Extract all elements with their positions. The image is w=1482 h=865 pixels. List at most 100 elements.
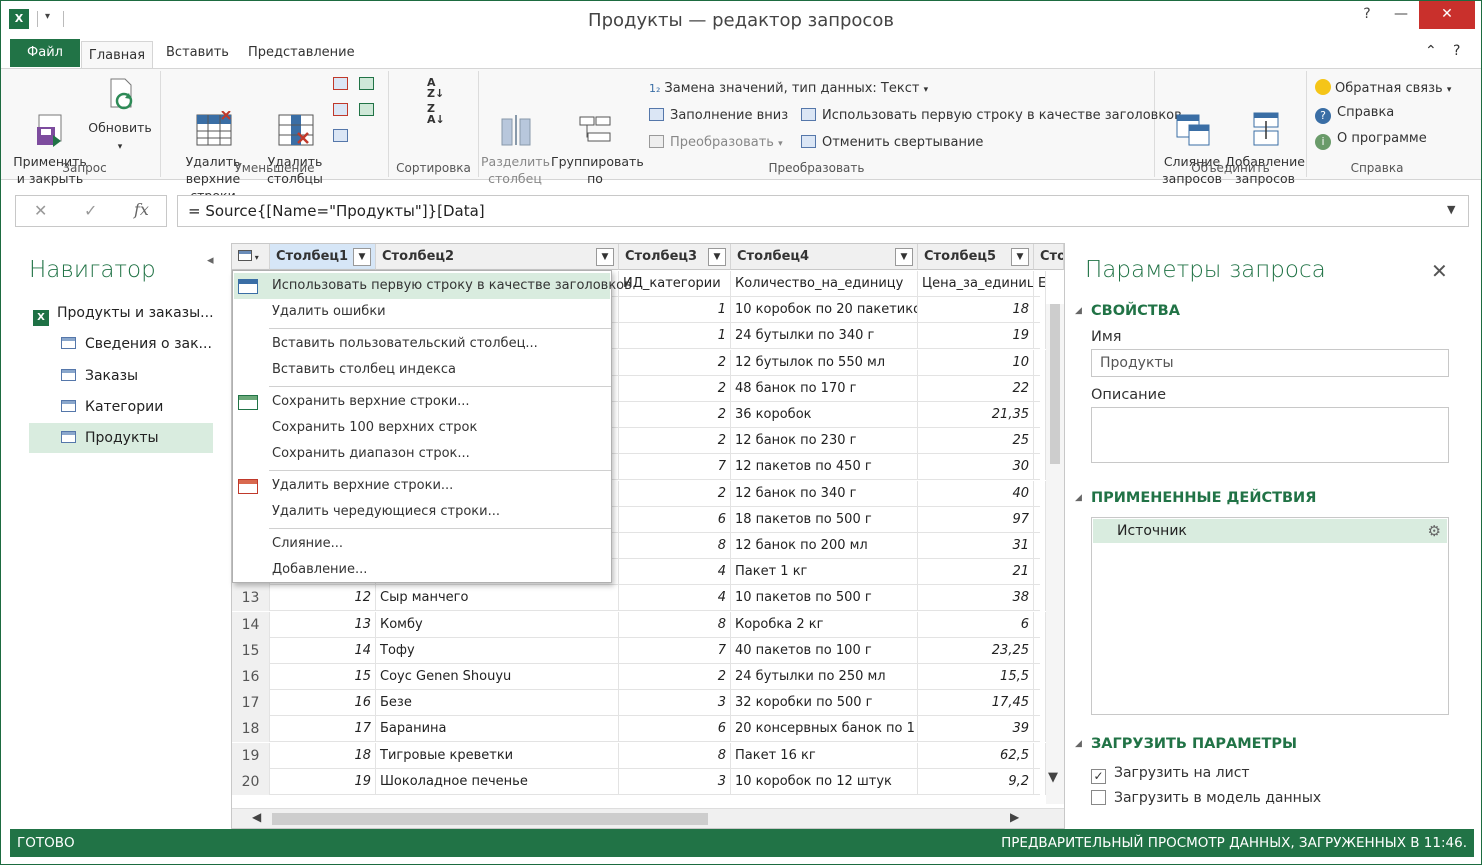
fill-down-button[interactable]: Заполнение вниз	[649, 108, 788, 123]
section-applied-steps[interactable]: ◢ ПРИМЕНЕННЫЕ ДЕЙСТВИЯ	[1075, 490, 1316, 506]
help-icon[interactable]: ?	[1351, 1, 1383, 29]
table-cell[interactable]: 2	[619, 402, 731, 428]
table-cell[interactable]: 39	[918, 716, 1034, 743]
row-number[interactable]: 19	[232, 742, 270, 769]
table-cell[interactable]	[1034, 611, 1046, 638]
table-cell[interactable]: 8	[619, 742, 731, 769]
table-cell[interactable]: 12 пакетов по 450 г	[731, 454, 918, 481]
row-number[interactable]: 18	[232, 716, 270, 743]
table-cell[interactable]: Шоколадное печенье	[376, 768, 619, 795]
table-cell[interactable]: 38	[918, 585, 1034, 612]
navigator-root[interactable]: X Продукты и заказы...	[33, 298, 217, 328]
table-cell[interactable]: 17	[270, 716, 376, 743]
table-cell[interactable]	[1034, 402, 1046, 428]
table-cell[interactable]: Баранина	[376, 716, 619, 743]
applied-step[interactable]: Источник ⚙	[1093, 519, 1447, 543]
table-cell[interactable]: 7	[619, 454, 731, 481]
scroll-thumb[interactable]	[272, 813, 708, 825]
table-cell[interactable]	[1034, 375, 1046, 402]
table-row[interactable]: 17 16 Безе 3 32 коробки по 500 г 17,45	[232, 690, 1046, 717]
menu-item-insert-index-column[interactable]: Вставить столбец индекса	[234, 357, 610, 383]
table-menu-icon[interactable]: ▾	[232, 244, 270, 270]
confirm-icon[interactable]: ✓	[84, 201, 97, 220]
row-number[interactable]: 13	[232, 585, 270, 612]
table-cell[interactable]: 18	[918, 297, 1034, 324]
feedback-button[interactable]: Обратная связь ▾	[1315, 79, 1451, 96]
query-name-input[interactable]: Продукты	[1091, 349, 1449, 377]
filter-dropdown-icon[interactable]: ▼	[1011, 248, 1029, 266]
load-to-sheet-checkbox[interactable]: ✓ Загрузить на лист	[1091, 765, 1250, 784]
sort-ascending-icon[interactable]: A Z↓	[427, 77, 444, 99]
table-cell[interactable]: 25	[918, 428, 1034, 455]
section-load-settings[interactable]: ◢ ЗАГРУЗИТЬ ПАРАМЕТРЫ	[1075, 736, 1297, 752]
table-cell[interactable]: Тофу	[376, 637, 619, 664]
table-cell[interactable]: 1	[619, 323, 731, 350]
table-cell[interactable]: Пакет 16 кг	[731, 742, 918, 769]
table-cell[interactable]	[1034, 297, 1046, 324]
menu-item-remove-errors[interactable]: Удалить ошибки	[234, 299, 610, 325]
row-number[interactable]: 16	[232, 664, 270, 690]
table-cell[interactable]	[1034, 742, 1046, 769]
table-cell[interactable]: 1	[619, 297, 731, 324]
menu-item-keep-range[interactable]: Сохранить диапазон строк...	[234, 441, 610, 467]
table-cell[interactable]: 30	[918, 454, 1034, 481]
table-cell[interactable]: 48 банок по 170 г	[731, 375, 918, 402]
load-to-model-checkbox[interactable]: Загрузить в модель данных	[1091, 790, 1321, 806]
table-cell[interactable]: Тигровые креветки	[376, 742, 619, 769]
navigator-item[interactable]: Сведения о зак...	[61, 329, 211, 359]
vertical-scrollbar[interactable]: ▼	[1046, 304, 1064, 804]
column-header[interactable]: Столбец2 ▼	[376, 244, 619, 270]
table-cell[interactable]: 4	[619, 559, 731, 586]
table-cell[interactable]	[1034, 690, 1046, 717]
cancel-icon[interactable]: ✕	[34, 201, 47, 220]
description-input[interactable]	[1091, 407, 1449, 463]
formula-input[interactable]: = Source{[Name="Продукты"]}[Data]	[177, 195, 1469, 227]
table-cell[interactable]: 3	[619, 690, 731, 717]
table-cell[interactable]: 31	[918, 533, 1034, 559]
menu-item-keep-top-rows[interactable]: Сохранить верхние строки...	[234, 389, 610, 415]
table-cell[interactable]: 14	[270, 637, 376, 664]
menu-item-keep-100-rows[interactable]: Сохранить 100 верхних строк	[234, 415, 610, 441]
help-button[interactable]: ? Справка	[1315, 105, 1394, 124]
close-icon[interactable]: ✕	[1431, 259, 1448, 283]
close-window-icon[interactable]: ✕	[1419, 1, 1475, 29]
scroll-down-icon[interactable]: ▼	[1048, 770, 1058, 785]
column-header[interactable]: Столбец3 ▼	[619, 244, 731, 270]
table-cell[interactable]: 6	[619, 716, 731, 743]
table-cell[interactable]: 2	[619, 480, 731, 507]
table-cell[interactable]: 18	[270, 742, 376, 769]
navigator-item-selected[interactable]: Продукты	[29, 423, 213, 453]
scroll-right-icon[interactable]: ▶	[1010, 810, 1019, 824]
table-cell[interactable]: 40 пакетов по 100 г	[731, 637, 918, 664]
table-cell[interactable]: 4	[619, 585, 731, 612]
table-cell[interactable]: 10 пакетов по 500 г	[731, 585, 918, 612]
tab-home[interactable]: Главная	[81, 41, 153, 70]
table-cell[interactable]	[1034, 323, 1046, 350]
gear-icon[interactable]: ⚙	[1428, 519, 1441, 543]
table-cell[interactable]	[1034, 480, 1046, 507]
navigator-item[interactable]: Категории	[61, 392, 211, 422]
row-number[interactable]: 20	[232, 768, 270, 795]
table-cell[interactable]: 3	[619, 768, 731, 795]
table-cell[interactable]: Безе	[376, 690, 619, 717]
table-cell[interactable]: Е	[1034, 271, 1046, 297]
column-header[interactable]: Столбец4 ▼	[731, 244, 918, 270]
row-number[interactable]: 17	[232, 690, 270, 717]
remove-duplicates-icon[interactable]	[333, 103, 354, 118]
table-cell[interactable]: 12	[270, 585, 376, 612]
table-cell[interactable]: 16	[270, 690, 376, 717]
table-cell[interactable]: 8	[619, 611, 731, 638]
column-header[interactable]: Столбец1 ▼	[270, 244, 376, 270]
table-row[interactable]: 18 17 Баранина 6 20 консервных банок по 1 кг…	[232, 716, 1046, 743]
fx-icon[interactable]: fx	[134, 200, 149, 219]
table-cell[interactable]: 23,25	[918, 637, 1034, 664]
tab-file[interactable]: Файл	[10, 39, 80, 67]
tab-insert[interactable]: Вставить	[166, 45, 229, 60]
table-cell[interactable]	[1034, 559, 1046, 586]
table-cell[interactable]: 19	[918, 323, 1034, 350]
table-cell[interactable]: 7	[619, 637, 731, 664]
table-cell[interactable]: Соус Genen Shouyu	[376, 664, 619, 690]
table-row[interactable]: 20 19 Шоколадное печенье 3 10 коробок по 12 …	[232, 768, 1046, 795]
remove-top-rows-button[interactable]: Удалить верхние строки	[163, 77, 263, 204]
table-cell[interactable]: 15	[270, 664, 376, 690]
